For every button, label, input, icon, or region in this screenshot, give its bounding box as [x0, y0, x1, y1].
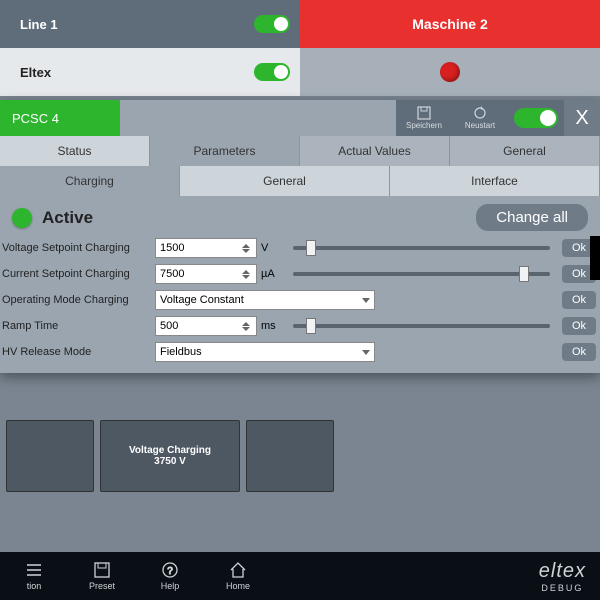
bottom-nav: tion Preset ? Help Home eltex DEBUG — [0, 552, 600, 600]
param-label: Ramp Time — [0, 320, 155, 332]
tab-parameters[interactable]: Parameters — [150, 136, 300, 166]
restart-icon — [472, 106, 488, 120]
param-label: Voltage Setpoint Charging — [0, 242, 155, 254]
line1-label: Line 1 — [20, 17, 58, 32]
param-input[interactable]: 7500 — [155, 264, 257, 284]
line1-toggle[interactable] — [254, 15, 290, 33]
voltage-card[interactable]: Voltage Charging 3750 V — [100, 420, 240, 492]
settings-panel: PCSC 4 Speichern Neustart X Status Param… — [0, 100, 600, 373]
help-icon: ? — [160, 561, 180, 579]
empty-card-2[interactable] — [246, 420, 334, 492]
eltex-toggle[interactable] — [254, 63, 290, 81]
tab-actual-values[interactable]: Actual Values — [300, 136, 450, 166]
param-slider[interactable] — [293, 272, 550, 276]
param-unit: µA — [257, 268, 285, 280]
change-all-button[interactable]: Change all — [476, 204, 588, 231]
param-input[interactable]: 1500 — [155, 238, 257, 258]
home-icon — [228, 561, 248, 579]
status-indicator-red — [440, 62, 460, 82]
side-black-bar — [590, 236, 600, 280]
eltex-bar[interactable]: Eltex — [0, 48, 300, 96]
param-slider[interactable] — [293, 324, 550, 328]
param-unit: V — [257, 242, 285, 254]
spinner-icon[interactable] — [242, 240, 252, 256]
param-row: Operating Mode ChargingVoltage Constant O… — [0, 287, 600, 313]
param-row: Ramp Time500ms Ok — [0, 313, 600, 339]
subtab-charging[interactable]: Charging — [0, 166, 180, 196]
ok-button[interactable]: Ok — [562, 343, 596, 361]
maschine-bar[interactable]: Maschine 2 — [300, 0, 600, 48]
nav-tion[interactable]: tion — [0, 561, 68, 591]
nav-home[interactable]: Home — [204, 561, 272, 591]
brand-sub: DEBUG — [541, 583, 583, 593]
save-icon — [416, 106, 432, 120]
param-label: Current Setpoint Charging — [0, 268, 155, 280]
active-indicator — [12, 208, 32, 228]
restart-button[interactable]: Neustart — [452, 104, 508, 132]
svg-text:?: ? — [167, 566, 173, 577]
param-slider[interactable] — [293, 246, 550, 250]
chevron-down-icon — [362, 298, 370, 303]
brand-logo: eltex — [539, 560, 586, 583]
param-row: Current Setpoint Charging7500µAOk — [0, 261, 600, 287]
save-button[interactable]: Speichern — [396, 104, 452, 132]
param-select[interactable]: Voltage Constant — [155, 290, 375, 310]
ok-button[interactable]: Ok — [562, 317, 596, 335]
close-button[interactable]: X — [564, 100, 600, 136]
subtab-interface[interactable]: Interface — [390, 166, 600, 196]
card-value: 3750 V — [154, 456, 186, 467]
chevron-down-icon — [362, 350, 370, 355]
param-row: Voltage Setpoint Charging1500VOk — [0, 235, 600, 261]
status-label: Active — [42, 208, 93, 228]
param-select[interactable]: Fieldbus — [155, 342, 375, 362]
tab-status[interactable]: Status — [0, 136, 150, 166]
panel-toggle[interactable] — [514, 108, 558, 128]
ok-button[interactable]: Ok — [562, 291, 596, 309]
param-row: HV Release ModeFieldbus Ok — [0, 339, 600, 365]
maschine-status-bar — [300, 48, 600, 96]
tab-general[interactable]: General — [450, 136, 600, 166]
spinner-icon[interactable] — [242, 266, 252, 282]
param-label: Operating Mode Charging — [0, 294, 155, 306]
eltex-label: Eltex — [20, 65, 51, 80]
param-input[interactable]: 500 — [155, 316, 257, 336]
subtab-general[interactable]: General — [180, 166, 390, 196]
preset-icon — [92, 561, 112, 579]
brand: eltex DEBUG — [539, 560, 600, 593]
card-title: Voltage Charging — [129, 445, 211, 456]
param-label: HV Release Mode — [0, 346, 155, 358]
menu-icon — [24, 561, 44, 579]
line1-bar[interactable]: Line 1 — [0, 0, 300, 48]
param-unit: ms — [257, 320, 285, 332]
maschine-label: Maschine 2 — [412, 16, 487, 32]
nav-help[interactable]: ? Help — [136, 561, 204, 591]
empty-card-1[interactable] — [6, 420, 94, 492]
pcsc-tab[interactable]: PCSC 4 — [0, 100, 120, 136]
nav-preset[interactable]: Preset — [68, 561, 136, 591]
spinner-icon[interactable] — [242, 318, 252, 334]
